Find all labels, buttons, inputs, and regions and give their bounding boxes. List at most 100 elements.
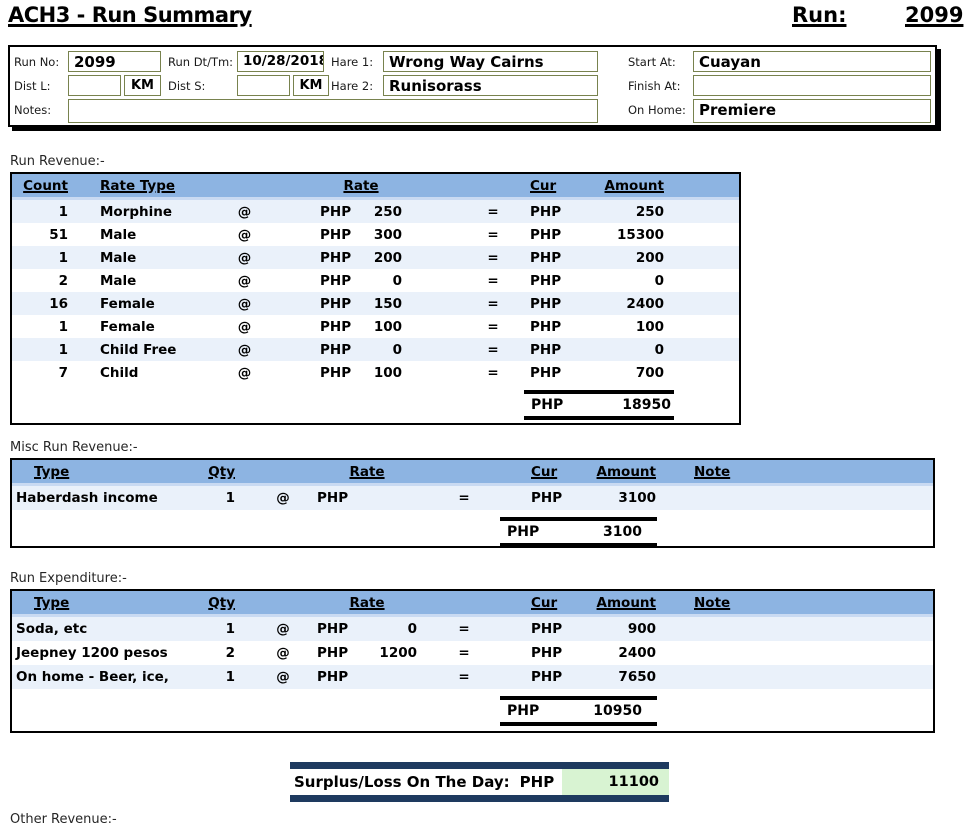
cell-eq: = bbox=[449, 645, 479, 661]
cell-count: 16 bbox=[12, 296, 68, 312]
cell-at: @ bbox=[227, 342, 262, 358]
on-home-field[interactable]: Premiere bbox=[693, 99, 931, 123]
cell-rate-cur: PHP bbox=[320, 342, 367, 358]
table-row[interactable]: 16 Female @ PHP 150 = PHP 2400 bbox=[12, 292, 739, 315]
cell-eq: = bbox=[478, 319, 508, 335]
cell-amount: 700 bbox=[574, 365, 664, 381]
finish-at-field[interactable] bbox=[693, 75, 931, 96]
cell-cur: PHP bbox=[531, 621, 575, 637]
table-row[interactable]: Jeepney 1200 pesos 2 @ PHP 1200 = PHP 24… bbox=[12, 641, 933, 665]
run-header-box: Run No: 2099 Run Dt/Tm: 10/28/2018 Hare … bbox=[8, 45, 937, 127]
cell-eq: = bbox=[478, 227, 508, 243]
dist-s-label: Dist S: bbox=[168, 79, 205, 93]
cell-rate-cur: PHP bbox=[317, 645, 367, 661]
col-header-cur: Cur bbox=[531, 464, 575, 480]
cell-eq: = bbox=[478, 204, 508, 220]
table-row[interactable]: 1 Female @ PHP 100 = PHP 100 bbox=[12, 315, 739, 338]
col-header-rate: Rate bbox=[317, 464, 417, 480]
expenditure-section-label: Run Expenditure:- bbox=[10, 571, 127, 586]
cell-rate: 150 bbox=[367, 296, 402, 312]
cell-cur: PHP bbox=[530, 342, 574, 358]
dist-l-unit: KM bbox=[124, 75, 161, 96]
cell-eq: = bbox=[478, 365, 508, 381]
cell-eq: = bbox=[478, 250, 508, 266]
col-header-amount: Amount bbox=[575, 595, 656, 611]
cell-eq: = bbox=[478, 273, 508, 289]
cell-rate-cur: PHP bbox=[317, 621, 367, 637]
cell-at: @ bbox=[227, 319, 262, 335]
surplus-cur: PHP bbox=[520, 773, 555, 791]
cell-rate-type: Female bbox=[100, 319, 227, 335]
cell-rate: 0 bbox=[367, 273, 402, 289]
cell-at: @ bbox=[227, 365, 262, 381]
cell-amount: 0 bbox=[574, 273, 664, 289]
table-row[interactable]: Haberdash income 1 @ PHP = PHP 3100 bbox=[12, 486, 933, 510]
hare2-label: Hare 2: bbox=[331, 79, 373, 93]
cell-count: 1 bbox=[12, 319, 68, 335]
cell-rate: 300 bbox=[367, 227, 402, 243]
cell-at: @ bbox=[258, 621, 308, 637]
cell-cur: PHP bbox=[530, 273, 574, 289]
cell-at: @ bbox=[227, 273, 262, 289]
col-header-qty: Qty bbox=[182, 595, 235, 611]
on-home-label: On Home: bbox=[628, 103, 686, 117]
cell-rate-type: Male bbox=[100, 227, 227, 243]
other-revenue-section-label: Other Revenue:- bbox=[10, 812, 117, 827]
cell-rate-type: Female bbox=[100, 296, 227, 312]
cell-eq: = bbox=[449, 669, 479, 685]
run-dttm-field[interactable]: 10/28/2018 bbox=[237, 51, 324, 72]
col-header-rate-type: Rate Type bbox=[100, 178, 227, 194]
total-cur: PHP bbox=[507, 524, 539, 540]
cell-amount: 15300 bbox=[574, 227, 664, 243]
cell-cur: PHP bbox=[530, 227, 574, 243]
cell-amount: 2400 bbox=[574, 296, 664, 312]
expenditure-total: PHP 10950 bbox=[500, 696, 657, 726]
cell-rate-cur: PHP bbox=[317, 669, 367, 685]
table-row[interactable]: Soda, etc 1 @ PHP 0 = PHP 900 bbox=[12, 617, 933, 641]
run-revenue-total: PHP 18950 bbox=[524, 390, 674, 420]
cell-amount: 100 bbox=[574, 319, 664, 335]
cell-qty: 1 bbox=[182, 490, 235, 506]
table-row[interactable]: 1 Morphine @ PHP 250 = PHP 250 bbox=[12, 200, 739, 223]
cell-count: 2 bbox=[12, 273, 68, 289]
cell-rate: 0 bbox=[367, 342, 402, 358]
col-header-rate: Rate bbox=[320, 178, 402, 194]
table-row[interactable]: 2 Male @ PHP 0 = PHP 0 bbox=[12, 269, 739, 292]
cell-rate-cur: PHP bbox=[320, 273, 367, 289]
start-at-label: Start At: bbox=[628, 55, 676, 69]
dist-l-field[interactable] bbox=[68, 75, 121, 96]
dist-s-field[interactable] bbox=[237, 75, 290, 96]
cell-at: @ bbox=[227, 296, 262, 312]
cell-count: 1 bbox=[12, 342, 68, 358]
hare2-field[interactable]: Runisorass bbox=[383, 75, 598, 96]
col-header-amount: Amount bbox=[575, 464, 656, 480]
cell-at: @ bbox=[227, 227, 262, 243]
run-no-label: Run No: bbox=[14, 55, 59, 69]
notes-field[interactable] bbox=[68, 99, 598, 123]
hare1-label: Hare 1: bbox=[331, 55, 373, 69]
cell-eq: = bbox=[478, 296, 508, 312]
cell-rate-cur: PHP bbox=[320, 204, 367, 220]
col-header-count: Count bbox=[12, 178, 68, 194]
col-header-cur: Cur bbox=[530, 178, 574, 194]
cell-rate-cur: PHP bbox=[320, 250, 367, 266]
surplus-amount: 11100 bbox=[562, 769, 669, 795]
cell-type: Jeepney 1200 pesos bbox=[12, 645, 182, 661]
cell-eq: = bbox=[449, 621, 479, 637]
table-row[interactable]: 1 Male @ PHP 200 = PHP 200 bbox=[12, 246, 739, 269]
table-row[interactable]: On home - Beer, ice, 1 @ PHP = PHP 7650 bbox=[12, 665, 933, 689]
cell-rate-type: Morphine bbox=[100, 204, 227, 220]
table-row[interactable]: 1 Child Free @ PHP 0 = PHP 0 bbox=[12, 338, 739, 361]
table-row[interactable]: 51 Male @ PHP 300 = PHP 15300 bbox=[12, 223, 739, 246]
cell-cur: PHP bbox=[530, 204, 574, 220]
hare1-field[interactable]: Wrong Way Cairns bbox=[383, 51, 598, 72]
total-cur: PHP bbox=[507, 703, 539, 719]
run-no-field[interactable]: 2099 bbox=[68, 51, 161, 72]
cell-amount: 250 bbox=[574, 204, 664, 220]
col-header-cur: Cur bbox=[531, 595, 575, 611]
table-row[interactable]: 7 Child @ PHP 100 = PHP 700 bbox=[12, 361, 739, 384]
start-at-field[interactable]: Cuayan bbox=[693, 51, 931, 72]
cell-cur: PHP bbox=[531, 490, 575, 506]
dist-s-unit: KM bbox=[293, 75, 329, 96]
cell-count: 1 bbox=[12, 250, 68, 266]
